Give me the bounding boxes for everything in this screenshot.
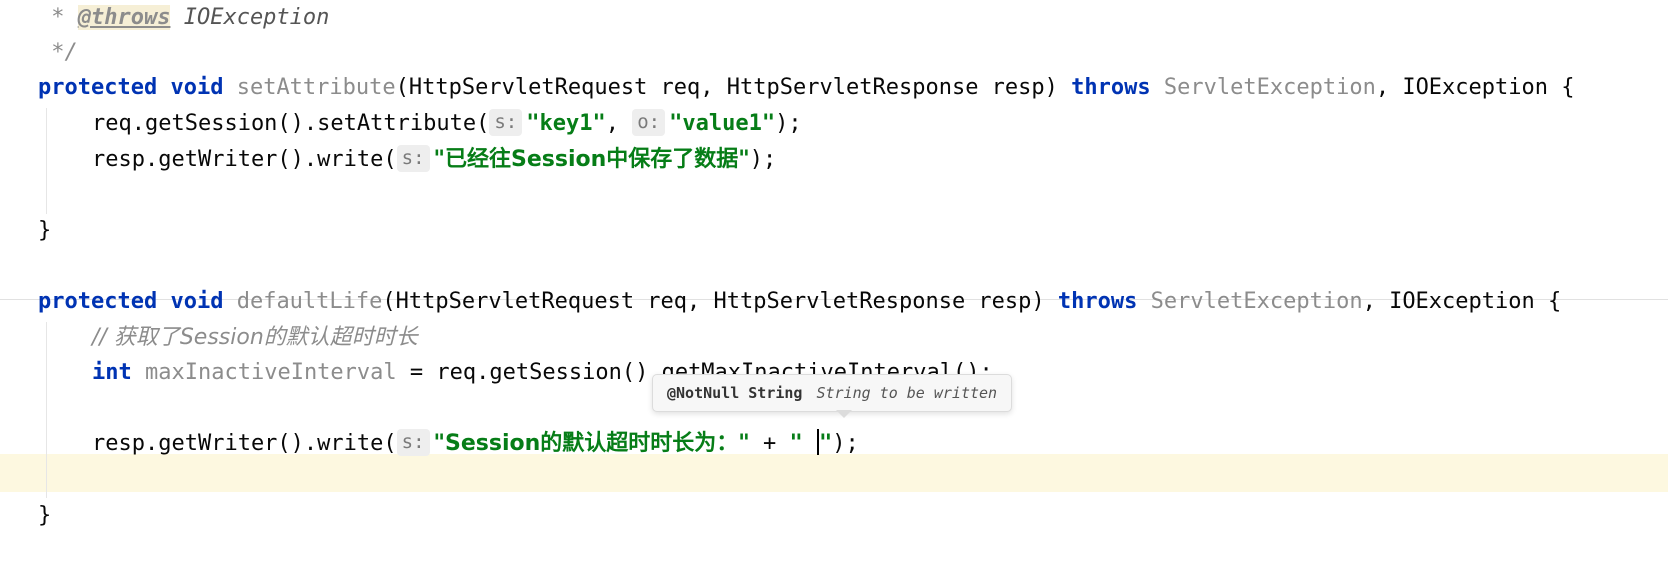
exception-rest: , IOException {	[1362, 289, 1562, 314]
method-name: defaultLife	[236, 289, 383, 314]
doc-prefix: *	[38, 5, 78, 30]
code-line-current-write[interactable]: resp.getWriter().write(s: "Session的默认超时时长…	[92, 426, 859, 462]
keyword-void: void	[170, 75, 224, 100]
keyword-throws: throws	[1057, 289, 1138, 314]
tooltip-signature: @NotNull String	[667, 384, 803, 402]
keyword-protected: protected	[38, 75, 158, 100]
doc-close: */	[38, 40, 78, 65]
call-end: );	[775, 111, 802, 136]
call-text: req.getSession().setAttribute(	[92, 111, 490, 136]
close-brace: }	[38, 218, 52, 243]
doc-exception: IOException	[170, 5, 330, 30]
string-literal: "key1"	[526, 111, 606, 136]
call-end: );	[749, 147, 777, 172]
method-name: setAttribute	[236, 75, 396, 100]
call-text: resp.getWriter().write(	[92, 431, 397, 456]
code-line-comment[interactable]: // 获取了Session的默认超时时长	[92, 320, 418, 356]
string-literal: "value1"	[669, 111, 776, 136]
string-literal: "Session的默认超时时长为："	[433, 431, 750, 456]
variable-name: maxInactiveInterval	[145, 360, 397, 385]
method-params: (HttpServletRequest req, HttpServletResp…	[395, 75, 1072, 100]
code-line-doc-throws[interactable]: * @throws IOException	[38, 0, 329, 36]
code-line-close-brace[interactable]: }	[38, 213, 51, 249]
close-brace: }	[38, 503, 52, 528]
keyword-int: int	[92, 360, 132, 385]
indent-guide	[46, 108, 47, 214]
keyword-throws: throws	[1071, 75, 1151, 100]
call-end: );	[832, 431, 859, 456]
keyword-void: void	[170, 289, 224, 314]
code-line-method-default-life[interactable]: protected void defaultLife(HttpServletRe…	[38, 284, 1561, 320]
exception-rest: , IOException {	[1375, 75, 1575, 100]
method-params: (HttpServletRequest req, HttpServletResp…	[382, 289, 1058, 314]
call-text: resp.getWriter().write(	[92, 147, 397, 172]
code-line-set-attribute-call[interactable]: req.getSession().setAttribute(s: "key1", …	[92, 106, 802, 142]
param-hint: s:	[396, 429, 430, 456]
string-literal: "已经往Session中保存了数据"	[433, 147, 750, 172]
exception-name: ServletException	[1163, 75, 1376, 100]
tooltip-description: String to be written	[816, 384, 998, 402]
param-hint: o:	[632, 109, 666, 136]
code-line-doc-close[interactable]: */	[38, 35, 78, 71]
code-line-method-set-attribute[interactable]: protected void setAttribute(HttpServletR…	[38, 70, 1575, 106]
separator-text: ,	[605, 111, 633, 136]
parameter-info-tooltip: @NotNull String String to be written	[652, 374, 1013, 412]
indent-guide	[46, 322, 47, 498]
code-line-write-call[interactable]: resp.getWriter().write(s: "已经往Session中保存了…	[92, 142, 776, 178]
exception-name: ServletException	[1150, 289, 1363, 314]
tooltip-arrow	[836, 410, 852, 418]
param-hint: s:	[396, 145, 430, 172]
line-comment: // 获取了Session的默认超时时长	[92, 325, 418, 350]
string-literal-open: "	[789, 431, 816, 456]
code-editor[interactable]: * @throws IOException */ protected void …	[0, 0, 1668, 562]
keyword-protected: protected	[38, 289, 158, 314]
string-literal-close: "	[818, 431, 833, 456]
code-line-close-brace[interactable]: }	[38, 498, 51, 534]
param-hint: s:	[489, 109, 523, 136]
plus-operator: +	[749, 431, 790, 456]
doc-throws-tag: @throws	[77, 5, 171, 30]
